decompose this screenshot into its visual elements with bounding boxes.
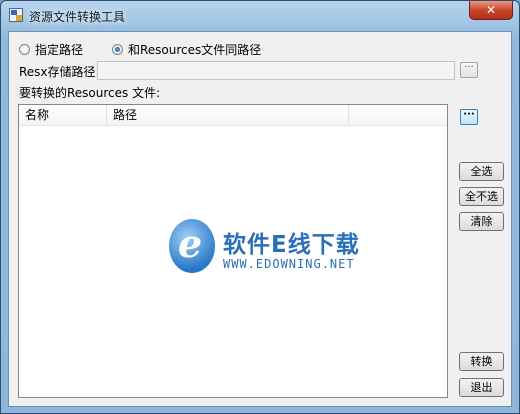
files-label: 要转换的Resources 文件: bbox=[19, 86, 161, 100]
resx-path-input[interactable] bbox=[97, 61, 455, 80]
app-window: 资源文件转换工具 ✕ 指定路径 和Resources文件同路径 Resx存储路径… bbox=[0, 0, 520, 414]
column-header-name[interactable]: 名称 bbox=[19, 105, 107, 125]
list-header: 名称 路径 bbox=[19, 105, 447, 126]
edowning-logo-icon bbox=[169, 219, 215, 273]
watermark: 软件E线下载 WWW.EDOWNING.NET bbox=[161, 215, 361, 305]
resx-browse-button[interactable]: ··· bbox=[460, 62, 478, 78]
title-bar[interactable]: 资源文件转换工具 ✕ bbox=[1, 1, 519, 31]
radio-specified-label: 指定路径 bbox=[35, 43, 84, 57]
files-browse-button[interactable]: ··· bbox=[460, 109, 478, 125]
watermark-url: WWW.EDOWNING.NET bbox=[223, 257, 355, 271]
radio-indicator-selected bbox=[112, 44, 123, 55]
watermark-brand: 软件E线下载 bbox=[223, 232, 360, 258]
app-icon bbox=[9, 8, 23, 22]
column-header-filler bbox=[349, 105, 447, 125]
window-title: 资源文件转换工具 bbox=[29, 10, 126, 24]
column-header-path[interactable]: 路径 bbox=[107, 105, 349, 125]
select-all-button[interactable]: 全选 bbox=[459, 162, 504, 181]
radio-same-as-resources[interactable]: 和Resources文件同路径 bbox=[112, 41, 261, 58]
select-none-button[interactable]: 全不选 bbox=[459, 187, 504, 206]
resx-path-label: Resx存储路径: bbox=[19, 65, 100, 79]
convert-button[interactable]: 转换 bbox=[459, 352, 504, 371]
exit-button[interactable]: 退出 bbox=[459, 378, 504, 397]
radio-same-label: 和Resources文件同路径 bbox=[128, 43, 262, 57]
close-button[interactable]: ✕ bbox=[469, 1, 513, 20]
radio-specified-path[interactable]: 指定路径 bbox=[19, 41, 83, 58]
radio-indicator bbox=[19, 44, 30, 55]
clear-button[interactable]: 清除 bbox=[459, 212, 504, 231]
